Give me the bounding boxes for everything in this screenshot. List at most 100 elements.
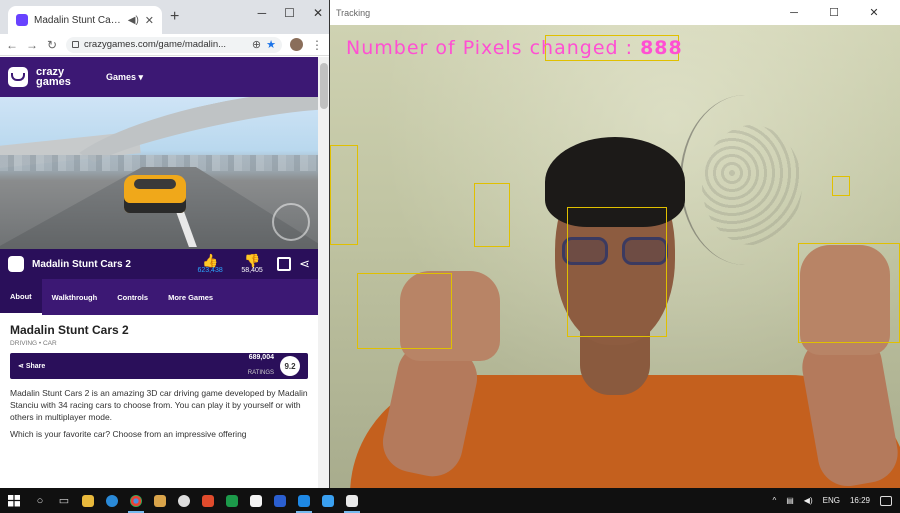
search-icon[interactable]: ○ — [28, 488, 52, 513]
chrome-icon[interactable] — [124, 488, 148, 513]
ratings-count: 689,004 — [248, 353, 274, 361]
app-icon[interactable] — [220, 488, 244, 513]
tracking-minimize-icon[interactable]: ─ — [774, 7, 814, 19]
game-info-bar: Madalin Stunt Cars 2 👍 623,438 👎 58,405 … — [0, 249, 318, 279]
share-button[interactable]: ⋖ Share — [18, 362, 248, 370]
crazygames-favicon-icon — [16, 14, 28, 26]
thumbs-up-icon: 👍 — [202, 253, 219, 268]
crazygames-logo-icon[interactable] — [8, 67, 28, 87]
pixel-change-counter: Number of Pixels changed : 888 — [346, 37, 683, 59]
left-fist-tracking-box — [357, 273, 452, 349]
tab-close-icon[interactable]: ✕ — [145, 14, 154, 27]
tracking-box — [474, 183, 510, 247]
system-tray: ^ ▤ ◀) ENG 16:29 — [772, 495, 900, 506]
tracking-box — [330, 145, 358, 245]
tray-chevron-icon[interactable]: ^ — [772, 496, 776, 505]
webcam-feed: Number of Pixels changed : 888 — [330, 25, 900, 488]
game-name: Madalin Stunt Cars 2 — [32, 258, 131, 270]
thumbs-down-icon: 👎 — [244, 253, 261, 268]
share-icon[interactable]: ⋖ — [299, 256, 310, 272]
back-icon[interactable]: ← — [6, 38, 18, 52]
site-header: crazy games Games ▾ — [0, 57, 318, 97]
clock[interactable]: 16:29 — [850, 496, 870, 505]
tab-walkthrough[interactable]: Walkthrough — [42, 279, 108, 315]
logo-line-2: games — [36, 76, 71, 88]
downvote-button[interactable]: 👎 58,405 — [235, 254, 269, 274]
crazygames-page: crazy games Games ▾ Madalin Stunt Cars 2… — [0, 57, 318, 488]
tracking-maximize-icon[interactable]: ☐ — [814, 6, 854, 19]
address-bar[interactable]: crazygames.com/game/madalin... ⊕ ★ — [66, 36, 282, 53]
browser-tabstrip: Madalin Stunt Cars 2 - Play ◀) ✕ + ─ ☐ ✕ — [0, 0, 329, 34]
scrollbar-thumb[interactable] — [320, 63, 328, 109]
tracking-box — [832, 176, 850, 196]
share-label: Share — [25, 363, 46, 370]
tab-about[interactable]: About — [0, 279, 42, 315]
peacock-wall-art — [680, 95, 810, 265]
tracking-window-title: Tracking — [336, 7, 371, 18]
notification-icon[interactable] — [880, 495, 892, 506]
tracking-close-icon[interactable]: ✕ — [854, 6, 894, 19]
game-details: Madalin Stunt Cars 2 DRIVING • CAR ⋖ Sha… — [0, 315, 318, 439]
language-indicator[interactable]: ENG — [823, 496, 840, 505]
game-tabs: About Walkthrough Controls More Games — [0, 279, 318, 315]
task-view-icon[interactable]: ▭ — [52, 488, 76, 513]
python-window-icon[interactable] — [340, 488, 364, 513]
fullscreen-icon[interactable] — [277, 257, 292, 271]
face-tracking-box — [567, 207, 667, 337]
game-question: Which is your favorite car? Choose from … — [10, 429, 247, 439]
speaker-icon[interactable]: ◀) — [128, 15, 139, 26]
new-tab-icon[interactable]: + — [170, 8, 179, 26]
game-car — [124, 175, 186, 213]
game-thumbnail-icon — [8, 256, 24, 272]
volume-icon[interactable]: ◀) — [804, 496, 813, 505]
game-tags: DRIVING • CAR — [10, 340, 57, 347]
bookmark-star-icon[interactable]: ★ — [266, 38, 276, 51]
tab-controls[interactable]: Controls — [107, 279, 158, 315]
profile-avatar-icon[interactable] — [290, 38, 303, 51]
windows-taskbar: ○ ▭ ^ ▤ ◀) ENG 16:29 — [0, 488, 900, 513]
forward-icon[interactable]: → — [26, 38, 38, 52]
ratings-label: RATINGS — [247, 369, 274, 376]
edge-icon[interactable] — [100, 488, 124, 513]
steering-widget[interactable] — [272, 203, 310, 241]
right-fist-tracking-box — [798, 243, 900, 343]
app-icon[interactable] — [148, 488, 172, 513]
maximize-icon[interactable]: ☐ — [284, 6, 295, 20]
app-icon[interactable] — [196, 488, 220, 513]
windows-logo-icon — [8, 494, 20, 507]
share-rating-bar: ⋖ Share 689,004 RATINGS 9.2 — [10, 353, 308, 379]
games-menu-button[interactable]: Games ▾ — [106, 72, 143, 83]
file-explorer-icon[interactable] — [76, 488, 100, 513]
lock-icon — [72, 41, 79, 48]
app-icon[interactable] — [316, 488, 340, 513]
menu-dots-icon[interactable]: ⋮ — [311, 38, 323, 52]
pixel-counter-label: Number of Pixels changed : — [346, 37, 641, 59]
downvote-count: 58,405 — [241, 267, 263, 274]
vscode-icon[interactable] — [292, 488, 316, 513]
app-icon[interactable] — [268, 488, 292, 513]
tab-title: Madalin Stunt Cars 2 - Play — [34, 14, 122, 26]
page-scrollbar[interactable] — [318, 57, 329, 488]
game-canvas[interactable] — [0, 97, 318, 249]
upvote-button[interactable]: 👍 623,438 — [193, 254, 227, 274]
app-icon[interactable] — [244, 488, 268, 513]
reload-icon[interactable]: ↻ — [46, 38, 58, 52]
add-icon[interactable]: ⊕ — [252, 38, 261, 51]
page-title: Madalin Stunt Cars 2 — [10, 323, 129, 337]
pixel-counter-value: 888 — [640, 37, 683, 59]
tracking-titlebar: Tracking ─ ☐ ✕ — [330, 0, 900, 25]
app-icon[interactable] — [172, 488, 196, 513]
site-logo-text[interactable]: crazy games — [36, 67, 80, 88]
ratings-summary: 689,004 RATINGS — [248, 354, 274, 379]
browser-window: Madalin Stunt Cars 2 - Play ◀) ✕ + ─ ☐ ✕… — [0, 0, 330, 488]
start-button[interactable] — [0, 488, 28, 513]
score-badge: 9.2 — [280, 356, 300, 376]
close-icon[interactable]: ✕ — [313, 6, 323, 20]
browser-tab[interactable]: Madalin Stunt Cars 2 - Play ◀) ✕ — [8, 6, 162, 34]
tab-more-games[interactable]: More Games — [158, 279, 223, 315]
url-text: crazygames.com/game/madalin... — [84, 39, 227, 50]
minimize-icon[interactable]: ─ — [258, 6, 267, 20]
browser-toolbar: ← → ↻ crazygames.com/game/madalin... ⊕ ★… — [0, 34, 329, 56]
network-icon[interactable]: ▤ — [786, 496, 794, 505]
browser-window-controls: ─ ☐ ✕ — [258, 6, 323, 20]
